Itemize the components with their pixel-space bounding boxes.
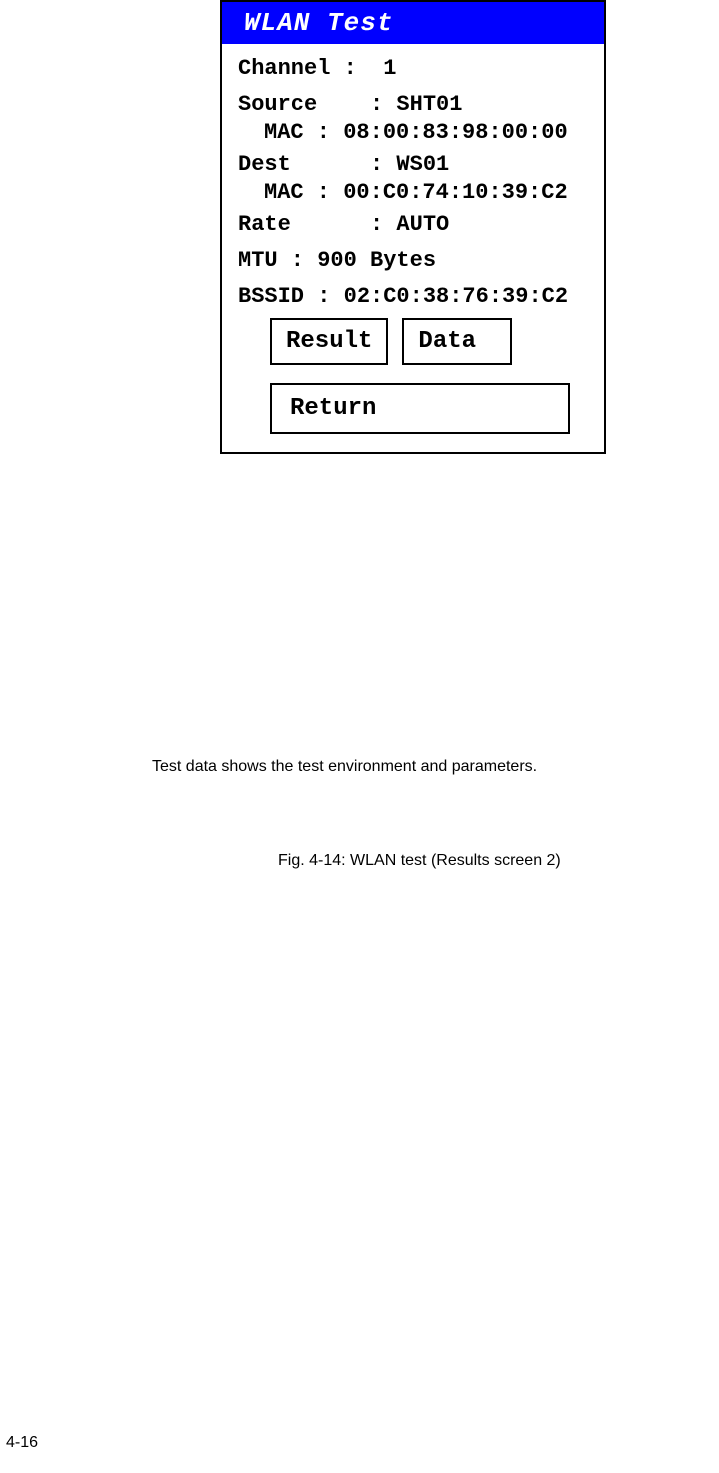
rate-row: Rate : AUTO (238, 214, 592, 236)
dest-row: Dest : WS01 (238, 154, 592, 176)
figure-caption: Fig. 4-14: WLAN test (Results screen 2) (278, 852, 561, 870)
description-text: Test data shows the test environment and… (152, 758, 537, 776)
return-button[interactable]: Return (270, 383, 570, 434)
wlan-test-screen: WLAN Test Channel : 1 Source : SHT01 MAC… (220, 0, 606, 454)
dest-mac-row: MAC : 00:C0:74:10:39:C2 (238, 182, 592, 204)
screen-body: Channel : 1 Source : SHT01 MAC : 08:00:8… (222, 44, 604, 452)
button-row-top: Result Data (270, 318, 592, 365)
result-button[interactable]: Result (270, 318, 388, 365)
mtu-row: MTU : 900 Bytes (238, 250, 592, 272)
page-number: 4-16 (6, 1434, 38, 1452)
channel-row: Channel : 1 (238, 58, 592, 80)
screen-title: WLAN Test (222, 2, 604, 44)
source-mac-row: MAC : 08:00:83:98:00:00 (238, 122, 592, 144)
source-row: Source : SHT01 (238, 94, 592, 116)
bssid-row: BSSID : 02:C0:38:76:39:C2 (238, 286, 592, 308)
data-button[interactable]: Data (402, 318, 512, 365)
